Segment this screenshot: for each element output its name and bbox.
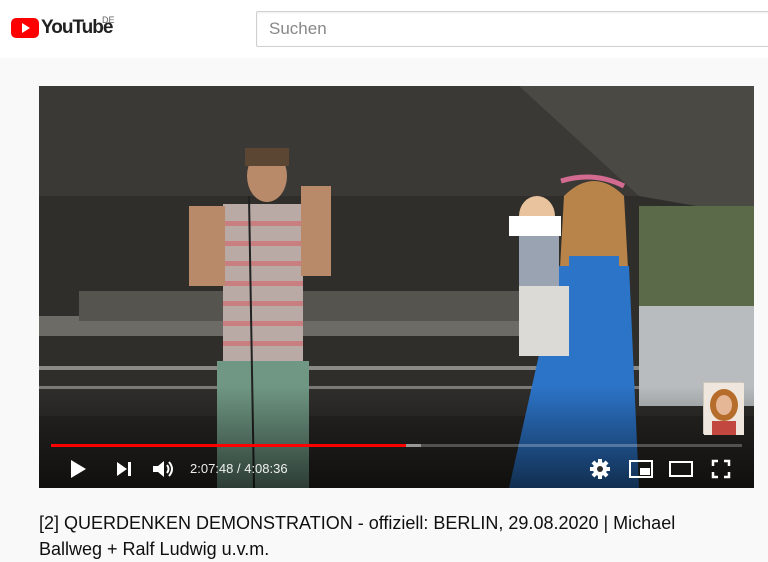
video-title: [2] QUERDENKEN DEMONSTRATION - offiziell… [39, 513, 676, 559]
play-icon [71, 460, 86, 478]
volume-button[interactable] [149, 456, 179, 482]
next-button[interactable] [111, 456, 137, 482]
time-separator: / [233, 461, 245, 476]
fullscreen-icon [711, 459, 731, 479]
youtube-play-logo-icon [11, 18, 39, 38]
miniplayer-button[interactable] [627, 456, 655, 482]
search-box[interactable] [256, 11, 768, 47]
settings-icon [590, 459, 610, 479]
theater-mode-button[interactable] [667, 456, 695, 482]
search-input[interactable] [257, 12, 768, 46]
settings-button[interactable] [587, 456, 613, 482]
country-code: DE [102, 15, 115, 25]
thumbnail-image [704, 383, 744, 435]
progress-played [51, 444, 407, 447]
masthead: YouTube DE [0, 0, 768, 58]
miniplayer-icon [629, 460, 653, 478]
volume-icon [153, 461, 173, 477]
video-frame [39, 86, 754, 488]
youtube-logo[interactable]: YouTube [11, 16, 113, 40]
player-controls: 2:07:48 / 4:08:36 [39, 450, 754, 488]
fullscreen-button[interactable] [707, 456, 735, 482]
theater-icon [669, 461, 693, 477]
video-player[interactable]: 2:07:48 / 4:08:36 [39, 86, 754, 488]
play-button[interactable] [63, 456, 93, 482]
next-icon [117, 462, 131, 476]
time-display: 2:07:48 / 4:08:36 [190, 461, 288, 476]
duration: 4:08:36 [244, 461, 288, 476]
channel-thumbnail[interactable] [703, 382, 744, 435]
progress-bar[interactable] [51, 444, 742, 447]
current-time: 2:07:48 [190, 461, 234, 476]
